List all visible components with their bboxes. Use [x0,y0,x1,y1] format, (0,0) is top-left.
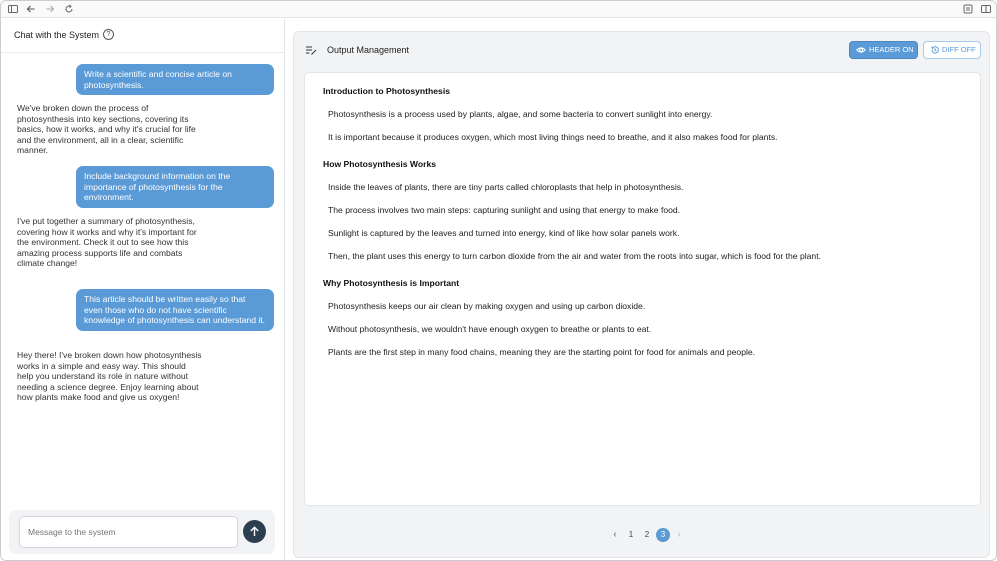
chevron-right-icon[interactable]: › [672,528,686,542]
document-view: Introduction to Photosynthesis Photosynt… [304,72,981,506]
browser-toolbar [1,1,996,18]
app-window: Chat with the System ? Write a scientifi… [0,0,997,561]
paragraph: Inside the leaves of plants, there are t… [328,182,684,192]
output-panel: Output Management HEADER ON DIFF OFF Int… [293,31,990,558]
reader-mode-icon[interactable] [962,3,974,15]
paragraph: Sunlight is captured by the leaves and t… [328,228,680,238]
history-icon [930,46,939,54]
header-toggle-label: HEADER ON [869,45,914,54]
system-message: Hey there! I've broken down how photosyn… [17,350,202,402]
chat-panel: Chat with the System ? Write a scientifi… [1,19,285,560]
user-message: Write a scientific and concise article o… [76,64,274,95]
chat-header: Chat with the System ? [1,19,284,53]
split-view-icon[interactable] [980,3,992,15]
message-input[interactable] [19,516,238,548]
paragraph: Then, the plant uses this energy to turn… [328,251,821,261]
chevron-left-icon[interactable]: ‹ [608,528,622,542]
page-button[interactable]: 2 [640,528,654,542]
paragraph: The process involves two main steps: cap… [328,205,681,215]
user-message: Include background information on the im… [76,166,274,208]
back-arrow-icon[interactable] [25,3,37,15]
section-heading: How Photosynthesis Works [323,159,437,169]
diff-toggle-button[interactable]: DIFF OFF [923,41,981,59]
page-button[interactable]: 1 [624,528,638,542]
header-toggle-button[interactable]: HEADER ON [849,41,918,59]
system-message: I've put together a summary of photosynt… [17,216,197,268]
paragraph: Photosynthesis is a process used by plan… [328,109,713,119]
user-message: This article should be written easily so… [76,289,274,331]
output-title: Output Management [327,45,410,55]
paragraph: Without photosynthesis, we wouldn't have… [328,324,652,334]
eye-icon [856,47,866,53]
send-button[interactable] [243,520,266,543]
section-heading: Introduction to Photosynthesis [323,86,450,96]
section-heading: Why Photosynthesis is Important [323,278,460,288]
arrow-up-icon [250,526,259,536]
paragraph: Plants are the first step in many food c… [328,347,756,357]
chat-title: Chat with the System [14,30,100,40]
help-icon[interactable]: ? [103,29,114,40]
message-list: Write a scientific and concise article o… [1,54,284,504]
sidebar-toggle-icon[interactable] [7,3,19,15]
page-button-current[interactable]: 3 [656,528,670,542]
reload-icon[interactable] [63,3,75,15]
forward-arrow-icon[interactable] [44,3,56,15]
diff-toggle-label: DIFF OFF [942,45,976,54]
pagination: ‹ 1 2 3 › [294,528,991,542]
paragraph: It is important because it produces oxyg… [328,132,778,142]
system-message: We've broken down the process of photosy… [17,103,196,155]
message-composer [9,510,275,554]
paragraph: Photosynthesis keeps our air clean by ma… [328,301,646,311]
edit-list-icon [306,46,317,55]
